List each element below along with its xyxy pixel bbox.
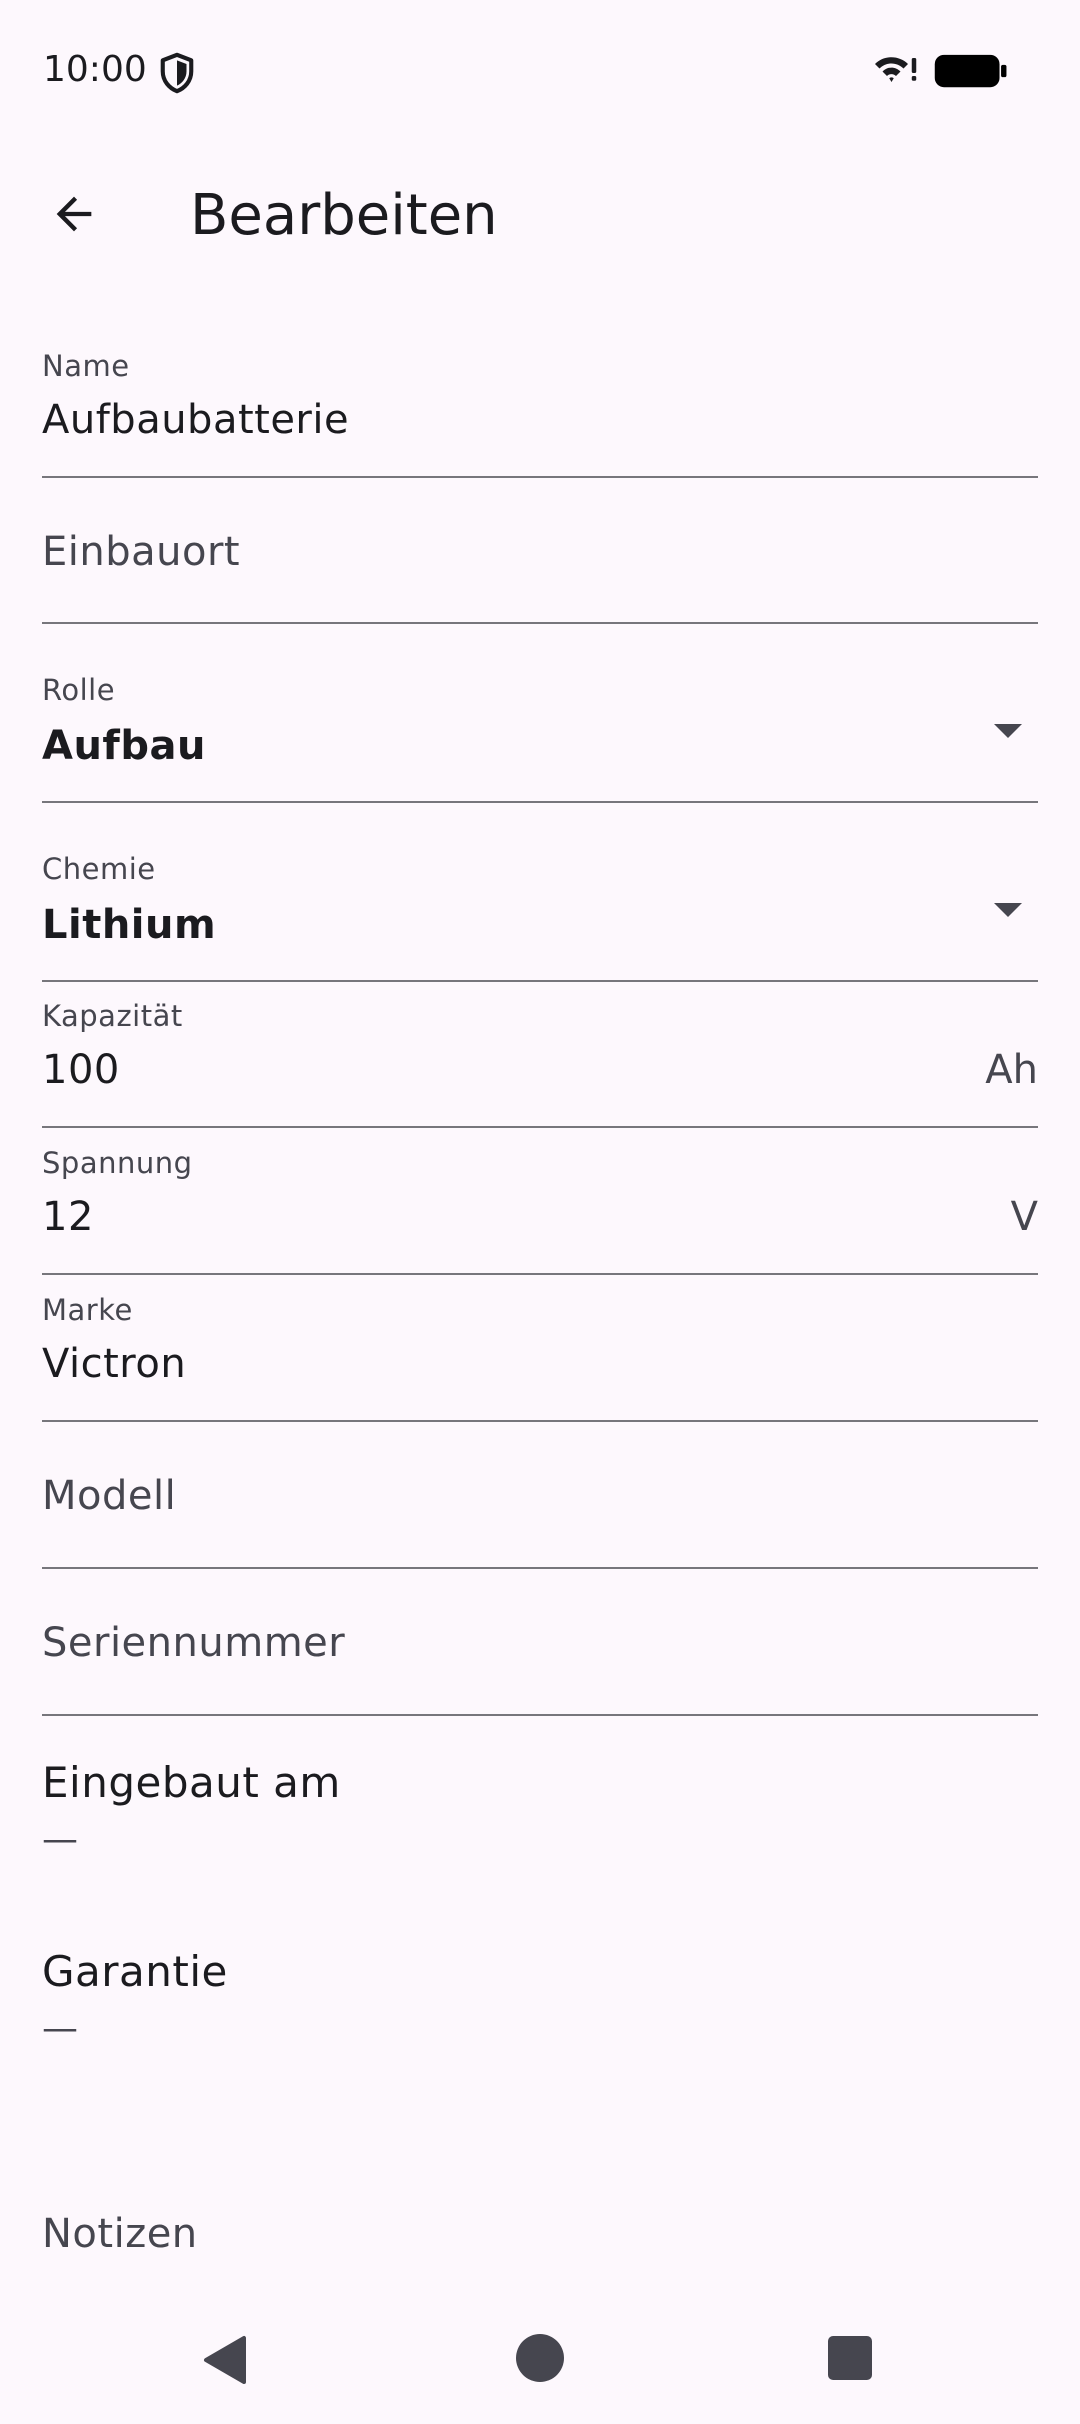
kapazitaet-value: 100 — [42, 1047, 120, 1093]
garantie-row[interactable]: Garantie — — [42, 1945, 1038, 2065]
rolle-label: Rolle — [42, 673, 116, 707]
spannung-value: 12 — [42, 1194, 94, 1240]
garantie-value: — — [42, 2008, 78, 2049]
notizen-field[interactable]: Notizen — [42, 2196, 1038, 2280]
nav-home-icon[interactable] — [516, 2334, 564, 2382]
status-bar: 10:00 — [0, 0, 1080, 140]
battery-icon — [934, 54, 1007, 88]
rolle-value: Aufbau — [42, 723, 206, 769]
name-label: Name — [42, 349, 130, 383]
navigation-bar — [0, 2290, 1080, 2424]
eingebaut-am-title: Eingebaut am — [42, 1758, 341, 1807]
einbauort-field[interactable]: Einbauort — [42, 478, 1038, 624]
name-value: Aufbaubatterie — [42, 397, 350, 443]
kapazitaet-label: Kapazität — [42, 999, 183, 1033]
modell-placeholder: Modell — [42, 1473, 177, 1519]
name-field[interactable]: Name Aufbaubatterie — [42, 348, 1038, 478]
modell-field[interactable]: Modell — [42, 1422, 1038, 1569]
notizen-placeholder: Notizen — [42, 2211, 198, 2257]
spannung-field[interactable]: Spannung 12 V — [42, 1145, 1038, 1275]
wifi-icon — [875, 57, 917, 82]
chemie-dropdown[interactable]: Chemie Lithium — [42, 851, 1038, 982]
spannung-label: Spannung — [42, 1146, 193, 1180]
nav-back-icon[interactable] — [200, 2334, 252, 2386]
app-bar: Bearbeiten — [0, 150, 1080, 280]
kapazitaet-unit: Ah — [985, 1047, 1038, 1093]
einbauort-placeholder: Einbauort — [42, 529, 241, 575]
marke-value: Victron — [42, 1341, 187, 1387]
rolle-dropdown[interactable]: Rolle Aufbau — [42, 672, 1038, 803]
back-button[interactable] — [24, 164, 124, 264]
status-time: 10:00 — [43, 49, 147, 90]
chevron-down-icon — [994, 724, 1022, 738]
page-title: Bearbeiten — [190, 183, 498, 248]
spannung-unit: V — [1010, 1194, 1038, 1240]
chevron-down-icon — [994, 903, 1022, 917]
marke-field[interactable]: Marke Victron — [42, 1292, 1038, 1422]
arrow-back-icon — [56, 196, 92, 232]
eingebaut-am-row[interactable]: Eingebaut am — — [42, 1756, 1038, 1876]
shield-icon — [160, 52, 194, 94]
garantie-title: Garantie — [42, 1947, 228, 1996]
chemie-value: Lithium — [42, 902, 217, 948]
chemie-label: Chemie — [42, 852, 156, 886]
seriennummer-placeholder: Seriennummer — [42, 1620, 346, 1666]
seriennummer-field[interactable]: Seriennummer — [42, 1569, 1038, 1716]
marke-label: Marke — [42, 1293, 133, 1327]
edit-battery-screen: 10:00 Bearbeiten Name Aufbaubatterie Ein… — [0, 0, 1080, 2424]
kapazitaet-field[interactable]: Kapazität 100 Ah — [42, 998, 1038, 1128]
nav-recents-icon[interactable] — [828, 2336, 872, 2380]
eingebaut-am-value: — — [42, 1819, 78, 1860]
